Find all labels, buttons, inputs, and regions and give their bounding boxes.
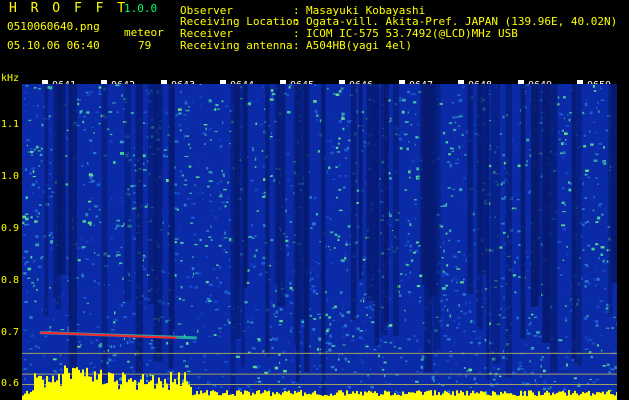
y-tick-label: 1.1 xyxy=(1,119,20,130)
datetime: 05.10.06 06:40 xyxy=(7,39,100,52)
spectrogram-canvas xyxy=(22,84,617,400)
y-tick-label: 0.9 xyxy=(1,223,20,234)
y-axis-unit: kHz xyxy=(1,73,20,84)
y-tick-label: 0.8 xyxy=(1,275,20,286)
antenna-label: Receiving antenna xyxy=(180,39,293,52)
fading-columns xyxy=(44,84,617,400)
filename: 0510060640.png xyxy=(7,20,100,33)
antenna-value: A504HB(yagi 4el) xyxy=(306,39,412,52)
spectrogram xyxy=(22,84,617,400)
meteor-count: 79 xyxy=(138,39,152,52)
antenna-sep: : xyxy=(293,39,300,52)
noise-field xyxy=(22,84,617,400)
y-tick-label: 0.6 xyxy=(1,378,20,389)
app-title: H R O F F T xyxy=(9,1,129,16)
app-version: 1.0.0 xyxy=(124,2,158,15)
y-tick-label: 0.7 xyxy=(1,327,20,338)
y-tick-label: 1.0 xyxy=(1,171,20,182)
meteor-label: meteor xyxy=(124,26,164,39)
